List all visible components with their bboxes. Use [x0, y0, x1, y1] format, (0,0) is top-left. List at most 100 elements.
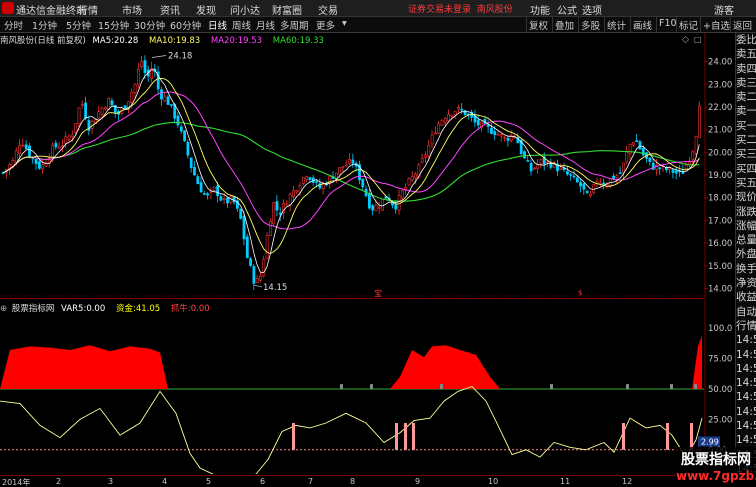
menu-gongneng[interactable]: 功能: [530, 2, 550, 17]
tab-more[interactable]: 更多: [316, 18, 335, 32]
add-watchlist-button[interactable]: +自选: [700, 17, 732, 32]
y-tick-label: 22.00: [708, 103, 732, 113]
quote-label: 外盘: [736, 248, 756, 261]
candle-body: [84, 102, 88, 119]
back-button[interactable]: 返回: [730, 17, 754, 32]
candle-body: [275, 201, 279, 211]
quote-side-panel: 委比 卖五 卖四 卖三 卖二 卖一 买一 买二 买三 买四 买五 现价 涨跌 涨幅 总量 外盘 换手 净资 收益 自动…: [735, 33, 756, 475]
watermark: 股票指标网 www.7gpzb.com: [676, 447, 756, 487]
fuquan-button[interactable]: 复权: [526, 17, 550, 32]
signal-tick: [440, 384, 443, 389]
date-tick: 6: [260, 477, 266, 486]
candle-body: [582, 183, 586, 190]
candle-body: [622, 162, 625, 173]
candle-body: [216, 185, 220, 197]
chevron-down-icon[interactable]: ▾: [342, 18, 347, 29]
tab-60min[interactable]: 60分钟: [170, 18, 201, 32]
notice-stock: 南风股份: [476, 5, 513, 15]
sub-y-tick-label: 75.00: [708, 355, 732, 365]
candle-body: [612, 175, 616, 180]
draw-line-button[interactable]: 画线: [630, 17, 654, 32]
menu-shichang[interactable]: 市场: [122, 2, 142, 17]
mark-button[interactable]: 标记: [676, 17, 700, 32]
tab-15min[interactable]: 15分钟: [98, 18, 129, 32]
candle-body: [361, 178, 365, 188]
menu-hangqing[interactable]: 行情: [78, 2, 98, 17]
menu-faxian[interactable]: 发现: [196, 2, 216, 17]
candle-body: [493, 131, 497, 136]
candle-body: [305, 176, 309, 180]
trade-login-notice[interactable]: 证券交易未登录 南风股份: [408, 2, 513, 15]
low-annotation-arrow: [253, 284, 263, 288]
y-tick-label: 14.00: [708, 284, 732, 294]
candle-body: [193, 166, 196, 176]
menu-gongshi[interactable]: 公式: [557, 2, 577, 17]
candle-body: [315, 181, 319, 183]
menu-zixun[interactable]: 资讯: [160, 2, 180, 17]
date-tick: 2014年: [2, 478, 31, 487]
quote-label: 自动: [736, 305, 756, 318]
candle-body: [430, 134, 434, 145]
tab-5min[interactable]: 5分钟: [66, 18, 91, 32]
menu-xuanxiang[interactable]: 选项: [582, 2, 602, 17]
tab-1min[interactable]: 1分钟: [32, 18, 57, 32]
indicator-panel[interactable]: ⊕ 股票指标网 VAR5:0.00 资金:41.05 抓牛:0.00 100.0…: [0, 300, 732, 474]
candle-body: [691, 151, 695, 160]
candle-body: [170, 104, 173, 106]
candle-body: [671, 169, 675, 173]
quote-label: 换手: [736, 262, 756, 275]
menu-youke[interactable]: 游客: [714, 2, 734, 17]
candle-body: [506, 137, 510, 141]
tab-weekly[interactable]: 周线: [232, 18, 251, 32]
quote-label: 14:50: [736, 420, 756, 433]
fund-area: [692, 335, 702, 389]
candle-body: [565, 171, 569, 175]
tab-multi-period[interactable]: 多周期: [280, 18, 309, 32]
candle-body: [97, 111, 101, 119]
price-chart-panel[interactable]: 南风股份(日线 前复权) MA5:20.28 MA10:19.83 MA20:1…: [0, 33, 732, 298]
panel-divider: [0, 298, 706, 299]
candle-body: [54, 142, 58, 148]
signal-tick: [694, 384, 697, 389]
tab-daily[interactable]: 日线: [208, 18, 227, 32]
candle-body: [447, 114, 451, 122]
candle-body: [239, 208, 243, 219]
candle-body: [397, 194, 401, 211]
candle-body: [427, 145, 431, 157]
title-bar: 通达信金融终端 行情 市场 资讯 发现 问小达 财富圈 交易 证券交易未登录 南…: [0, 0, 756, 17]
candle-body: [74, 123, 78, 133]
candle-body: [546, 161, 550, 163]
quote-label: 行情: [736, 319, 756, 332]
tab-30min[interactable]: 30分钟: [134, 18, 165, 32]
menu-jiaoyi[interactable]: 交易: [318, 2, 338, 17]
quote-label: 14:50: [736, 391, 756, 404]
candle-body: [410, 176, 414, 181]
watermark-url: www.7gpzb.com: [676, 469, 756, 483]
candle-body: [529, 163, 533, 172]
candle-body: [457, 106, 460, 110]
candle-body: [592, 184, 596, 193]
candle-body: [589, 193, 592, 196]
candle-body: [348, 159, 352, 164]
candle-body: [351, 159, 355, 164]
candle-body: [625, 151, 629, 162]
event-marker: $: [578, 289, 582, 297]
candle-body: [110, 100, 114, 106]
y-tick-label: 23.00: [708, 80, 732, 90]
multi-stock-button[interactable]: 多股: [578, 17, 602, 32]
menu-caifuquan[interactable]: 财富圈: [272, 2, 302, 17]
candle-body: [460, 108, 464, 111]
tab-fenshi[interactable]: 分时: [4, 18, 23, 32]
signal-bar: [622, 423, 625, 450]
candle-body: [404, 186, 408, 190]
signal-tick: [370, 384, 373, 389]
date-tick: 3: [108, 477, 114, 486]
candle-body: [308, 177, 312, 180]
candle-body: [226, 197, 229, 204]
statistics-button[interactable]: 统计: [604, 17, 628, 32]
tab-monthly[interactable]: 月线: [256, 18, 275, 32]
y-tick-label: 19.00: [708, 171, 732, 181]
date-tick: 5: [206, 477, 212, 486]
menu-wenxiaoda[interactable]: 问小达: [230, 2, 260, 17]
overlay-button[interactable]: 叠加: [552, 17, 576, 32]
